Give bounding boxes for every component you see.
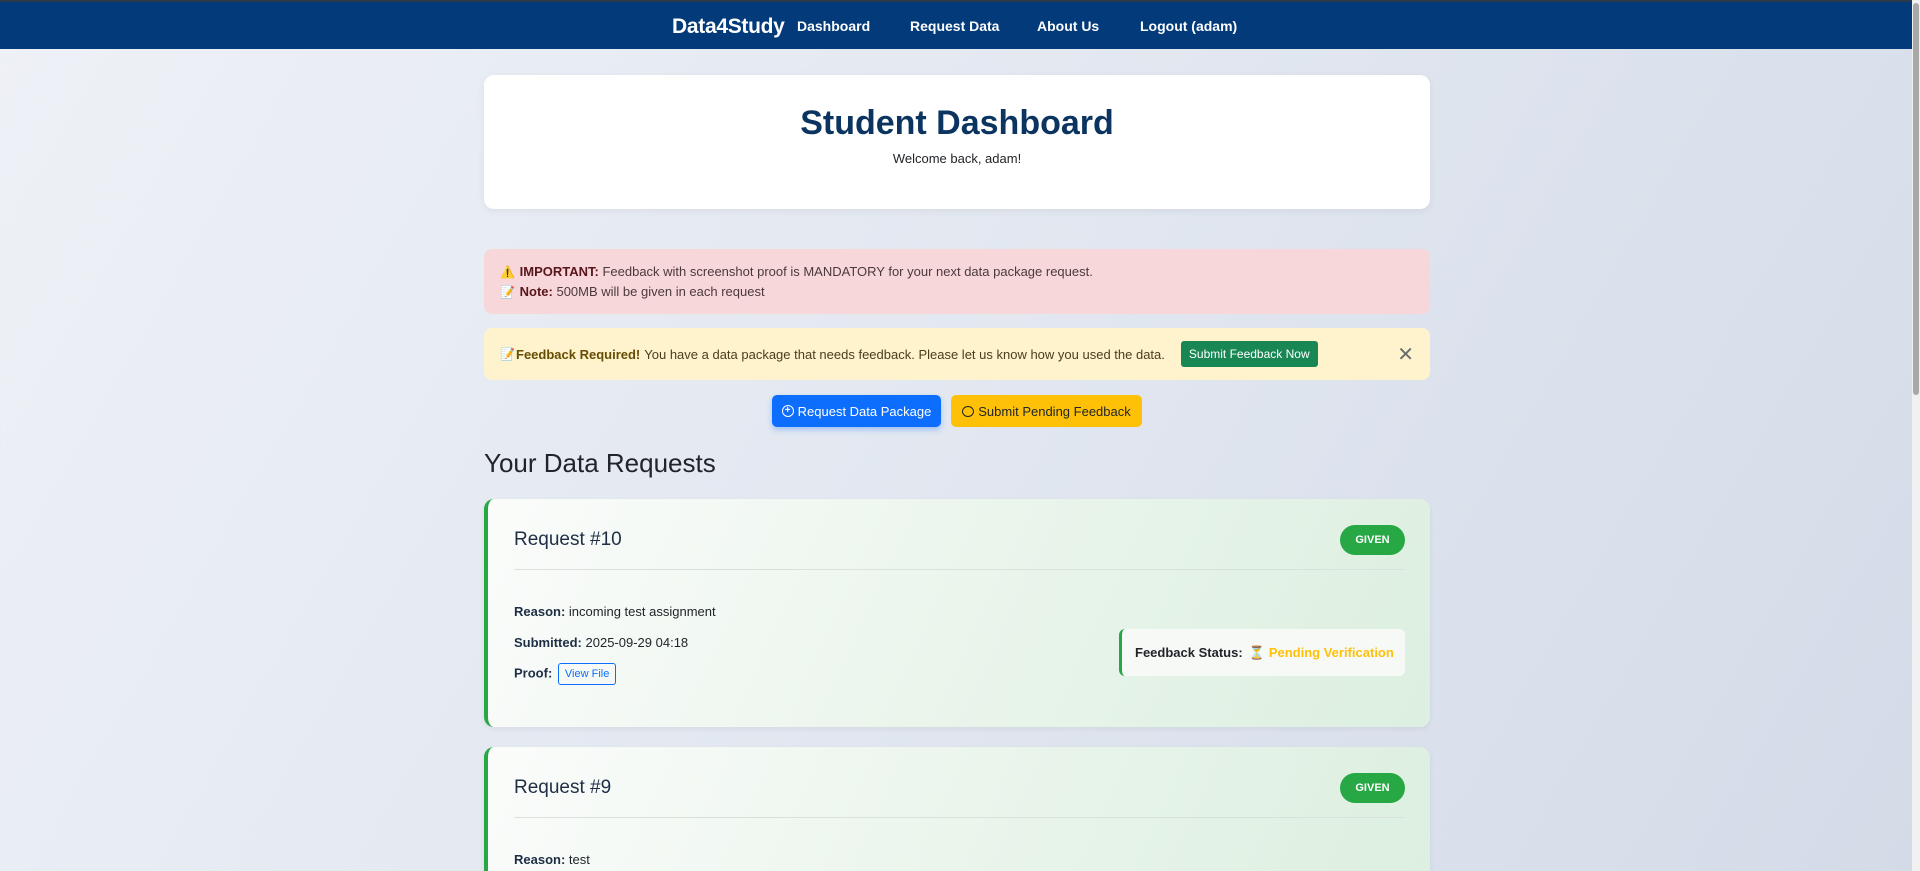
reason-label: Reason:	[514, 604, 566, 619]
request-card: Request #9 GIVEN Reason: test	[484, 747, 1430, 871]
brand-logo[interactable]: Data4Study	[672, 15, 785, 39]
feedback-status: Feedback Status: ⏳ Pending Verification	[1119, 629, 1405, 676]
proof-field: Proof: View File	[514, 663, 617, 685]
reason-field: Reason: test	[514, 852, 590, 867]
request-title: Request #10	[514, 529, 622, 550]
section-title: Your Data Requests	[484, 448, 716, 478]
important-text: Feedback with screenshot proof is MANDAT…	[602, 264, 1093, 279]
submitted-value: 2025-09-29 04:18	[585, 635, 689, 650]
submit-pending-feedback-label: Submit Pending Feedback	[978, 403, 1131, 419]
feedback-required-text: You have a data package that needs feedb…	[644, 346, 1165, 362]
note-label: Note:	[519, 284, 553, 299]
nav-logout[interactable]: Logout (adam)	[1140, 18, 1237, 34]
memo-icon: 📝	[500, 347, 515, 361]
note-text: 500MB will be given in each request	[556, 284, 765, 299]
reason-value: test	[568, 852, 590, 867]
hourglass-icon: ⏳	[1248, 644, 1265, 660]
nav-dashboard[interactable]: Dashboard	[797, 18, 870, 34]
request-data-package-button[interactable]: + Request Data Package	[772, 395, 941, 427]
feedback-required-alert: 📝 Feedback Required! You have a data pac…	[484, 328, 1430, 380]
divider	[514, 817, 1405, 818]
request-title: Request #9	[514, 777, 612, 798]
status-badge: GIVEN	[1340, 773, 1405, 803]
feedback-status-label: Feedback Status:	[1135, 645, 1243, 660]
welcome-message: Welcome back, adam!	[892, 151, 1022, 166]
reason-field: Reason: incoming test assignment	[514, 604, 716, 619]
memo-icon: 📝	[500, 285, 515, 299]
close-icon[interactable]: ✕	[1397, 342, 1414, 367]
status-badge: GIVEN	[1340, 525, 1405, 555]
page-title: Student Dashboard	[800, 104, 1114, 142]
divider	[514, 569, 1405, 570]
dashboard-header-card: Student Dashboard Welcome back, adam!	[484, 75, 1430, 209]
nav-about-us[interactable]: About Us	[1037, 18, 1099, 34]
proof-label: Proof:	[514, 665, 553, 681]
submitted-label: Submitted:	[514, 635, 582, 650]
request-data-package-label: Request Data Package	[797, 403, 932, 419]
reason-value: incoming test assignment	[568, 604, 716, 619]
top-navbar: Data4Study Dashboard Request Data About …	[0, 0, 1920, 49]
nav-request-data[interactable]: Request Data	[910, 18, 999, 34]
important-label: IMPORTANT:	[519, 264, 599, 279]
view-file-button[interactable]: View File	[557, 663, 617, 685]
submit-pending-feedback-button[interactable]: Submit Pending Feedback	[951, 395, 1142, 427]
scrollbar-thumb[interactable]	[1913, 3, 1919, 395]
plus-circle-icon: +	[781, 405, 794, 417]
warning-icon: ⚠️	[500, 265, 515, 279]
reason-label: Reason:	[514, 852, 566, 867]
important-alert: ⚠️ IMPORTANT: Feedback with screenshot p…	[484, 249, 1430, 314]
submit-feedback-now-button[interactable]: Submit Feedback Now	[1180, 341, 1318, 367]
submitted-field: Submitted: 2025-09-29 04:18	[514, 635, 688, 650]
request-card: Request #10 GIVEN Reason: incoming test …	[484, 499, 1430, 727]
chat-icon	[962, 405, 975, 417]
feedback-status-value: Pending Verification	[1268, 645, 1394, 660]
feedback-required-label: Feedback Required!	[516, 346, 641, 362]
